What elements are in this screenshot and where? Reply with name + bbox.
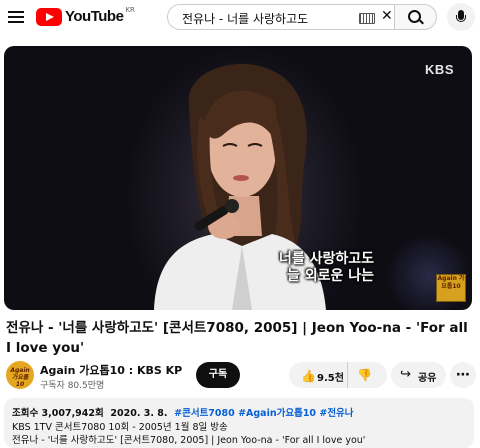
hashtag-link[interactable]: #전유나 [319,408,353,419]
clear-icon[interactable]: ✕ [381,8,393,24]
subscribe-button[interactable]: 구독 [196,362,240,388]
like-button[interactable]: 👍 9.5천 [289,362,348,388]
youtube-play-icon [36,8,62,26]
search-icon [408,10,421,23]
description-line: KBS 1TV 콘서트7080 10회 - 2005년 1월 8일 방송 [12,422,228,433]
more-actions-button[interactable]: ⋯ [450,362,476,388]
keyboard-icon[interactable] [359,13,375,24]
share-button[interactable]: ↪ 공유 [391,362,446,388]
video-frame [154,63,326,310]
channel-watermark-logo: Again 가요톱10 [436,274,466,302]
logo-text: YouTube [65,8,124,25]
channel-name[interactable]: Again 가요톱10 : KBS KPOP CLASSIC [40,362,182,378]
masthead: YouTube KR 전유나 - 너를 사랑하고도 ✕ [0,0,480,36]
hashtag-link[interactable]: #Again가요톱10 [238,408,316,419]
search-button[interactable] [394,4,437,30]
youtube-logo[interactable]: YouTube KR [36,6,135,28]
subscriber-count: 구독자 80.5만명 [40,381,105,391]
thumbs-up-icon: 👍 [301,369,316,383]
hashtag-link[interactable]: #콘서트7080 [174,408,235,419]
search-query: 전유나 - 너를 사랑하고도 [182,12,309,26]
description-line: 전유나 - '너를 사랑하고도' [콘서트7080, 2005] | Jeon … [12,435,366,446]
voice-search-button[interactable] [447,3,475,31]
menu-icon[interactable] [8,11,24,23]
thumbs-down-icon: 👎 [357,368,372,382]
search-input[interactable]: 전유나 - 너를 사랑하고도 ✕ [167,4,394,30]
view-count: 조회수 3,007,942회 [12,408,104,419]
channel-row: Again 가요톱10 Again 가요톱10 : KBS KPOP CLASS… [6,360,476,392]
video-title: 전유나 - '너를 사랑하고도' [콘서트7080, 2005] | Jeon … [6,320,468,356]
description-box[interactable]: 조회수 3,007,942회 2020. 3. 8. #콘서트7080 #Aga… [4,398,474,448]
upload-date: 2020. 3. 8. [110,408,168,419]
kbs-watermark: KBS [425,62,454,77]
video-player[interactable]: KBS 너를 사랑하고도 늘 외로운 나는 Again 가요톱10 [4,46,472,310]
video-subtitle: 너를 사랑하고도 늘 외로운 나는 [279,251,375,284]
description-meta: 조회수 3,007,942회 2020. 3. 8. #콘서트7080 #Aga… [12,405,354,419]
channel-avatar[interactable]: Again 가요톱10 [6,361,34,389]
share-icon: ↪ [400,367,411,382]
share-label: 공유 [418,373,437,384]
logo-region: KR [125,6,135,14]
like-dislike-group: 👍 9.5천 👎 [289,362,387,388]
search-bar: 전유나 - 너를 사랑하고도 ✕ [167,4,437,30]
like-count: 9.5천 [317,373,344,384]
